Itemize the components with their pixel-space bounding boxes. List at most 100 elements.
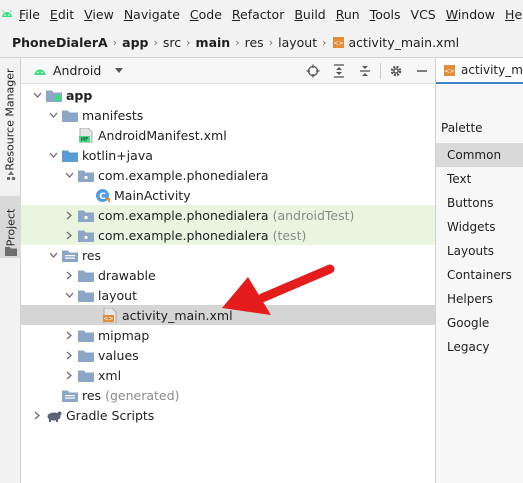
chevron-right-icon[interactable]: [63, 365, 75, 385]
tree-item-gradle-scripts[interactable]: Gradle Scripts: [21, 405, 435, 425]
chevron-right-icon: ›: [186, 36, 191, 49]
menu-tools[interactable]: Tools: [365, 7, 406, 22]
tree-item-manifests[interactable]: manifests: [21, 105, 435, 125]
palette-category-buttons[interactable]: Buttons: [436, 191, 523, 215]
tab-activity-main[interactable]: <> activity_main.xml: [436, 58, 523, 84]
gradle-icon: [46, 407, 62, 423]
palette-category-legacy[interactable]: Legacy: [436, 335, 523, 359]
tree-item-package-android-test[interactable]: com.example.phonedialera (androidTest): [21, 205, 435, 225]
folder-icon: [78, 327, 94, 343]
chevron-down-icon: [115, 68, 124, 73]
tree-item-kotlin-java[interactable]: kotlin+java: [21, 145, 435, 165]
menu-code[interactable]: Code: [185, 7, 227, 22]
view-mode-dropdown[interactable]: Android: [21, 63, 124, 78]
tree-item-layout[interactable]: layout: [21, 285, 435, 305]
layout-file-icon: <>: [332, 36, 345, 49]
palette-category-helpers[interactable]: Helpers: [436, 287, 523, 311]
palette-category-containers[interactable]: Containers: [436, 263, 523, 287]
chevron-down-icon[interactable]: [31, 85, 43, 105]
design-panel: <> activity_main.xml Palette Common Text…: [435, 58, 523, 483]
folder-icon: [62, 107, 78, 123]
tree-item-values[interactable]: values: [21, 345, 435, 365]
tree-item-app[interactable]: app: [21, 85, 435, 105]
svg-text:<>: <>: [103, 315, 113, 322]
menu-run[interactable]: Run: [331, 7, 365, 22]
menu-navigate[interactable]: Navigate: [119, 7, 185, 22]
tree-item-main-activity[interactable]: C MainActivity: [21, 185, 435, 205]
menu-window[interactable]: Window: [441, 7, 500, 22]
hide-panel-icon[interactable]: [409, 58, 435, 84]
collapse-all-icon[interactable]: [352, 58, 378, 84]
toolbar-divider: [380, 63, 381, 79]
chevron-down-icon[interactable]: [63, 285, 75, 305]
palette-category-google[interactable]: Google: [436, 311, 523, 335]
layout-file-icon: <>: [443, 64, 456, 77]
chevron-right-icon[interactable]: [63, 265, 75, 285]
palette-category-layouts[interactable]: Layouts: [436, 239, 523, 263]
android-icon: [33, 65, 47, 77]
tree-item-drawable[interactable]: drawable: [21, 265, 435, 285]
chevron-right-icon[interactable]: [63, 325, 75, 345]
chevron-right-icon: ›: [153, 36, 158, 49]
breadcrumb-src[interactable]: src: [163, 35, 181, 50]
chevron-right-icon[interactable]: [31, 405, 43, 425]
menu-help[interactable]: Help: [500, 7, 523, 22]
chevron-right-icon: ›: [112, 36, 118, 49]
menu-vcs[interactable]: VCS: [406, 7, 441, 22]
palette-title: Palette: [441, 121, 483, 135]
palette-category-text[interactable]: Text: [436, 167, 523, 191]
tree-item-res[interactable]: res: [21, 245, 435, 265]
tab-resource-manager[interactable]: Resource Manager: [0, 64, 21, 174]
palette-category-widgets[interactable]: Widgets: [436, 215, 523, 239]
menu-build[interactable]: Build: [289, 7, 330, 22]
package-icon: [78, 207, 94, 223]
breadcrumb-file[interactable]: activity_main.xml: [349, 35, 460, 50]
editor-tab-label: activity_main.xml: [461, 63, 523, 77]
menu-refactor[interactable]: Refactor: [227, 7, 289, 22]
breadcrumb-app[interactable]: app: [122, 35, 148, 50]
chevron-down-icon[interactable]: [47, 105, 59, 125]
chevron-down-icon[interactable]: [47, 245, 59, 265]
project-panel-header: Android: [21, 58, 435, 84]
tree-item-package-main[interactable]: com.example.phonedialera: [21, 165, 435, 185]
package-icon: [78, 167, 94, 183]
folder-icon: [78, 347, 94, 363]
folder-icon: [0, 243, 21, 259]
chevron-down-icon[interactable]: [47, 145, 59, 165]
tree-item-android-manifest[interactable]: MF AndroidManifest.xml: [21, 125, 435, 145]
gear-icon[interactable]: [383, 58, 409, 84]
chevron-right-icon: ›: [268, 36, 274, 49]
tree-item-mipmap[interactable]: mipmap: [21, 325, 435, 345]
kotlin-class-icon: C: [94, 187, 110, 203]
module-folder-icon: [46, 87, 62, 103]
resource-folder-icon: [62, 247, 78, 263]
tree-item-res-generated[interactable]: res (generated): [21, 385, 435, 405]
menu-file[interactable]: File: [14, 7, 45, 22]
svg-text:<>: <>: [333, 40, 343, 47]
expand-all-icon[interactable]: [326, 58, 352, 84]
view-mode-label: Android: [53, 63, 102, 78]
menu-view[interactable]: View: [79, 7, 119, 22]
chevron-right-icon[interactable]: [63, 225, 75, 245]
tree-item-xml[interactable]: xml: [21, 365, 435, 385]
breadcrumb-layout[interactable]: layout: [278, 35, 317, 50]
chevron-down-icon[interactable]: [63, 165, 75, 185]
chevron-right-icon[interactable]: [63, 205, 75, 225]
tree-item-activity-main[interactable]: <> activity_main.xml: [21, 305, 435, 325]
folder-icon: [78, 267, 94, 283]
breadcrumb-main[interactable]: main: [196, 35, 231, 50]
menu-edit[interactable]: Edit: [45, 7, 79, 22]
left-tool-strip: Resource Manager Project: [0, 58, 21, 483]
svg-text:MF: MF: [81, 137, 88, 143]
svg-text:<>: <>: [444, 68, 454, 75]
locate-icon[interactable]: [300, 58, 326, 84]
breadcrumb-res[interactable]: res: [245, 35, 264, 50]
android-studio-icon: [0, 0, 14, 28]
chevron-right-icon: ›: [235, 36, 240, 49]
palette-category-common[interactable]: Common: [436, 143, 523, 167]
tree-item-package-test[interactable]: com.example.phonedialera (test): [21, 225, 435, 245]
chevron-right-icon[interactable]: [63, 345, 75, 365]
resource-folder-icon: [62, 387, 78, 403]
breadcrumb-project[interactable]: PhoneDialerA: [12, 35, 108, 50]
menu-bar: File Edit View Navigate Code Refactor Bu…: [0, 0, 523, 28]
